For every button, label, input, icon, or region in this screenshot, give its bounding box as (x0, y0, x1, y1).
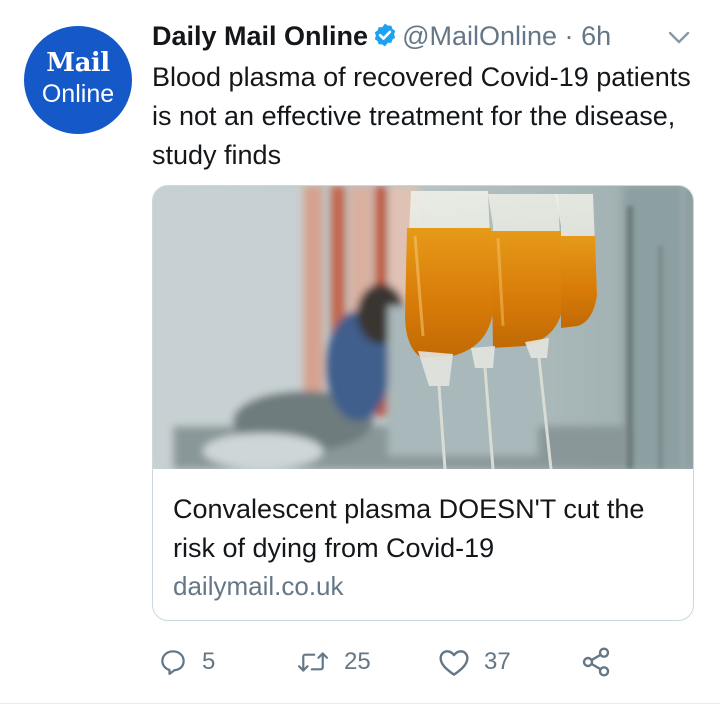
timestamp[interactable]: 6h (581, 21, 611, 51)
reply-count: 5 (202, 648, 216, 675)
like-count: 37 (484, 648, 511, 675)
like-button[interactable]: 37 (438, 640, 511, 684)
action-bar: 5 25 37 (152, 640, 712, 684)
separator-dot: · (564, 21, 574, 51)
card-domain[interactable]: dailymail.co.uk (173, 568, 344, 604)
verified-badge-icon (372, 21, 398, 57)
card-title[interactable]: Convalescent plasma DOESN'T cut the risk… (173, 490, 673, 568)
like-icon (438, 647, 470, 677)
retweet-icon (296, 647, 330, 677)
divider (0, 703, 720, 704)
card-image (153, 186, 693, 469)
share-button[interactable] (580, 640, 612, 684)
avatar[interactable]: Mail Online (24, 26, 132, 134)
link-card[interactable]: Convalescent plasma DOESN'T cut the risk… (152, 185, 694, 621)
avatar-brand-sub-text: Online (41, 80, 115, 108)
avatar-brand-text: Mail (46, 48, 110, 78)
share-icon (580, 646, 612, 678)
reply-button[interactable]: 5 (158, 640, 215, 684)
reply-icon (158, 647, 188, 677)
handle[interactable]: @MailOnline (402, 21, 557, 51)
retweet-count: 25 (344, 648, 371, 675)
caret-down-icon[interactable] (666, 26, 692, 53)
tweet-text: Blood plasma of recovered Covid-19 patie… (152, 62, 691, 170)
retweet-button[interactable]: 25 (296, 640, 371, 684)
display-name[interactable]: Daily Mail Online (152, 21, 368, 51)
tweet-header: Daily Mail Online @MailOnline · 6h (152, 18, 712, 54)
